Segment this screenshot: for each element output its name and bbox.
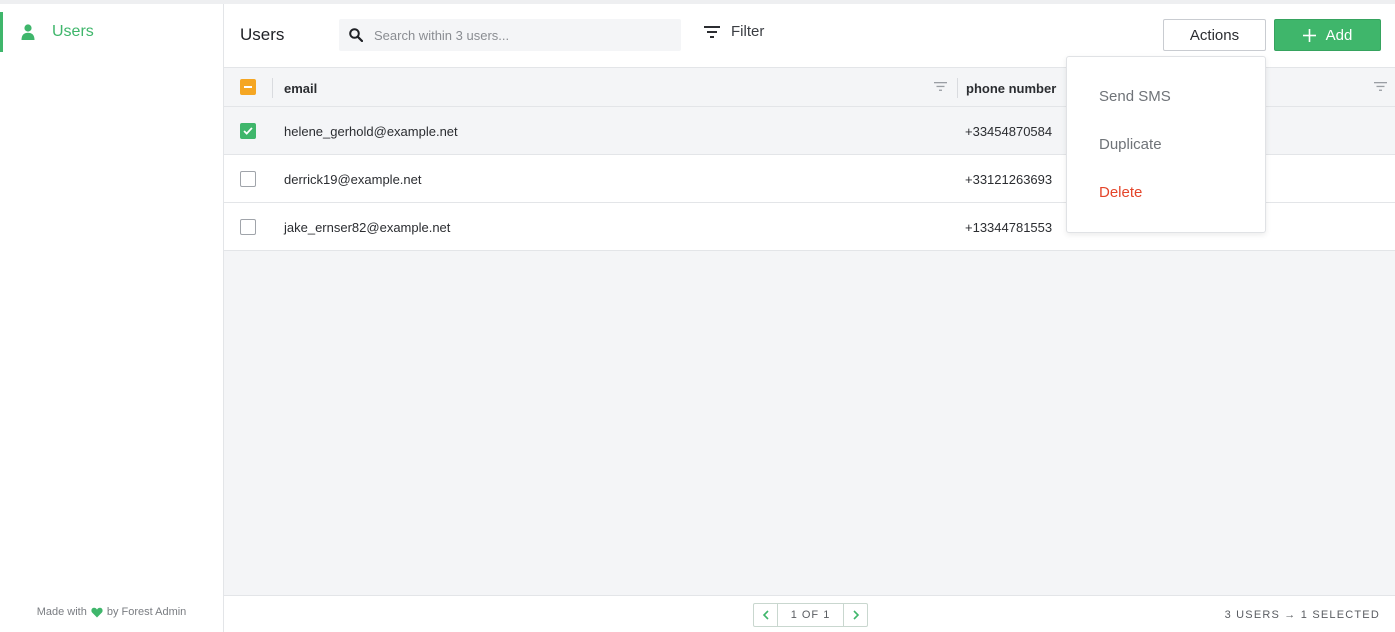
duplicate-menu-item[interactable]: Duplicate [1067,121,1265,169]
cell-phone: +13344781553 [965,220,1053,235]
page-title: Users [240,25,285,44]
user-icon [21,24,35,40]
filter-label: Filter [731,23,765,40]
column-divider [957,78,958,98]
sidebar: Users Made with by Forest Admin [0,4,224,632]
add-label: Add [1325,26,1353,44]
plus-icon [1302,28,1316,42]
made-with-text: Made with [36,606,87,618]
chevron-left-icon [762,610,769,620]
column-filter-icon[interactable] [1374,81,1387,92]
column-header-phone[interactable]: phone number [966,81,1056,96]
cell-email: jake_ernser82@example.net [284,220,451,235]
actions-button[interactable]: Actions [1163,19,1266,51]
prev-page-button[interactable] [754,604,778,626]
page-indicator: 1 OF 1 [790,609,831,621]
search-box [339,19,681,51]
checkmark-icon [243,127,253,135]
chevron-right-icon [852,610,859,620]
delete-menu-item[interactable]: Delete [1067,169,1265,217]
send-sms-menu-item[interactable]: Send SMS [1067,73,1265,121]
cell-phone: +33454870584 [965,124,1053,139]
sidebar-item-users[interactable]: Users [0,12,223,52]
selection-status: 3 USERS → 1 SELECTED [1224,609,1380,621]
column-divider [272,78,273,98]
row-checkbox[interactable] [240,171,256,187]
made-with-credit: Made with by Forest Admin [0,606,223,618]
cell-email: helene_gerhold@example.net [284,124,458,139]
next-page-button[interactable] [843,604,867,626]
table-footer: 1 OF 1 3 USERS → 1 SELECTED [224,595,1395,632]
search-input[interactable] [374,27,664,43]
sidebar-item-label: Users [52,23,94,40]
filter-icon [704,25,720,38]
filter-button[interactable]: Filter [704,23,764,40]
made-with-by: by Forest Admin [106,606,187,618]
row-checkbox[interactable] [240,123,256,139]
actions-dropdown: Send SMS Duplicate Delete [1066,56,1266,233]
cell-phone: +33121263693 [965,172,1053,187]
column-header-email[interactable]: email [284,81,317,96]
add-button[interactable]: Add [1274,19,1381,51]
heart-icon [91,607,103,617]
minus-icon [244,86,252,88]
pagination: 1 OF 1 [753,603,868,627]
cell-email: derrick19@example.net [284,172,422,187]
row-checkbox[interactable] [240,219,256,235]
search-icon [349,28,363,42]
select-all-checkbox[interactable] [240,79,256,95]
column-filter-icon[interactable] [934,81,947,92]
